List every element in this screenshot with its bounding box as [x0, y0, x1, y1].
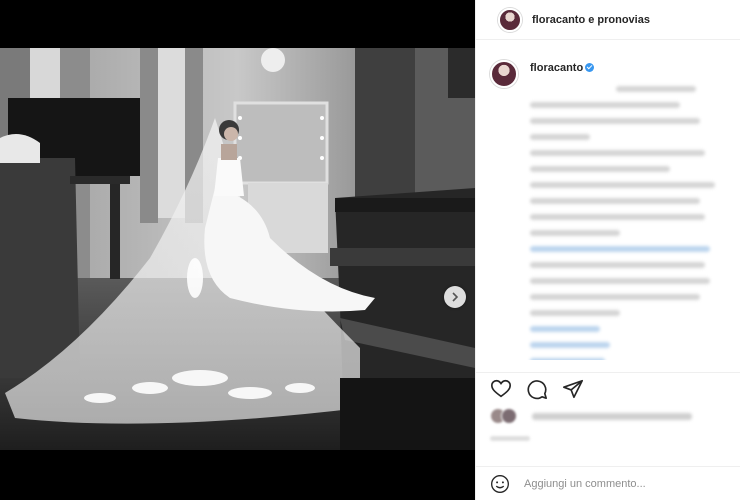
next-photo-button[interactable]	[444, 286, 466, 308]
comment-icon[interactable]	[526, 378, 548, 400]
send-icon[interactable]	[562, 378, 584, 400]
emoji-icon[interactable]	[490, 474, 510, 494]
post-header: floracanto e pronovias	[476, 0, 740, 40]
likes-summary[interactable]	[490, 408, 692, 424]
post-photo[interactable]	[0, 48, 475, 450]
media-panel	[0, 0, 475, 500]
post-side-panel: floracanto e pronovias floracanto	[475, 0, 740, 500]
post-date-blurred	[490, 436, 530, 441]
heart-icon[interactable]	[490, 378, 512, 400]
post-header-title[interactable]: floracanto e pronovias	[532, 14, 650, 26]
chevron-right-icon	[452, 292, 459, 302]
caption-area: floracanto	[476, 48, 740, 360]
verified-badge-icon	[585, 63, 595, 72]
caption-username[interactable]: floracanto	[530, 62, 583, 74]
comment-input[interactable]	[524, 477, 724, 490]
liker-avatars	[490, 408, 524, 424]
caption-text-blurred	[530, 86, 731, 360]
avatar[interactable]	[498, 7, 522, 32]
comment-box	[476, 466, 740, 500]
likes-text-blurred	[532, 412, 692, 420]
bridal-photo-illustration	[0, 48, 475, 450]
caption-avatar[interactable]	[490, 60, 518, 88]
post-actions	[476, 372, 740, 400]
